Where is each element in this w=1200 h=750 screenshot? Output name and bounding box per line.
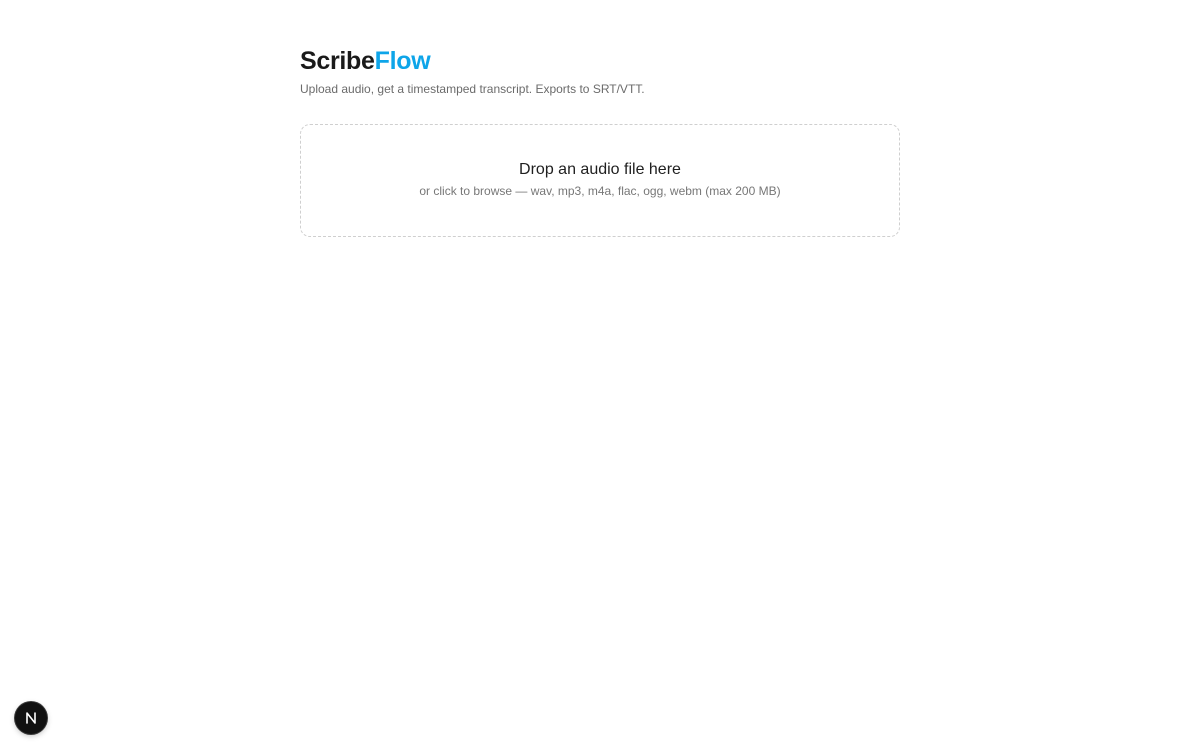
nextjs-devtools-button[interactable] [15, 702, 47, 734]
main-content: ScribeFlow Upload audio, get a timestamp… [300, 46, 900, 237]
app-title: ScribeFlow [300, 46, 900, 76]
dropzone-title: Drop an audio file here [519, 161, 681, 178]
nextjs-n-icon [26, 712, 36, 724]
brand-name-accent: Flow [374, 47, 431, 75]
brand-name-primary: Scribe [300, 47, 375, 75]
audio-dropzone[interactable]: Drop an audio file here or click to brow… [300, 124, 900, 237]
page: ScribeFlow Upload audio, get a timestamp… [0, 0, 1200, 750]
app-subtitle: Upload audio, get a timestamped transcri… [300, 82, 645, 96]
dropzone-hint: or click to browse — wav, mp3, m4a, flac… [419, 184, 781, 198]
